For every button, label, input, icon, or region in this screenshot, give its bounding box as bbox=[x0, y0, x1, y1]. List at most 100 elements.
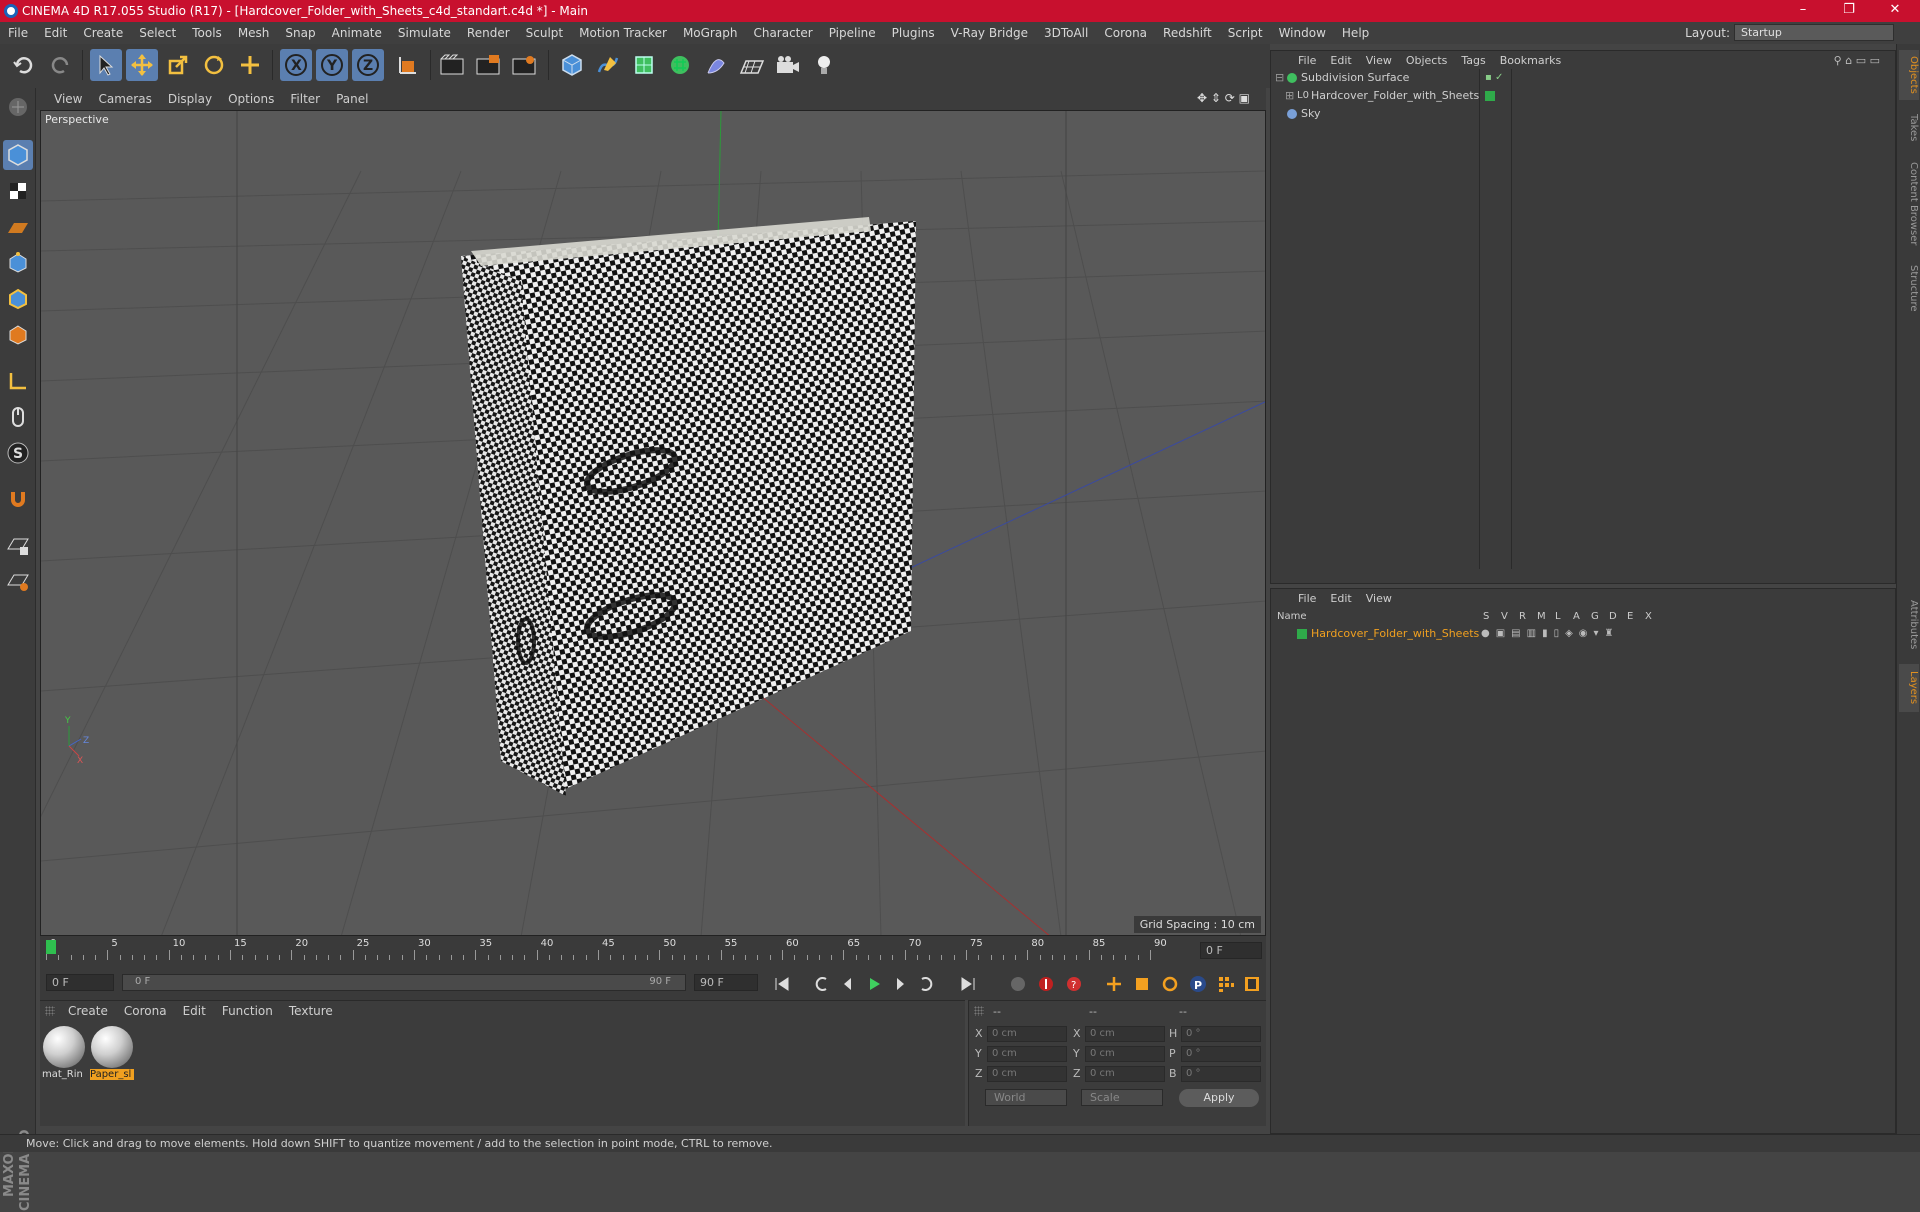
maximize-button[interactable]: ❐ bbox=[1826, 0, 1872, 22]
solo-icon[interactable]: S bbox=[3, 438, 33, 468]
menu-help[interactable]: Help bbox=[1334, 26, 1377, 40]
end-frame-field[interactable]: 90 F bbox=[694, 974, 758, 991]
material-menu-texture[interactable]: Texture bbox=[281, 1004, 341, 1018]
menu-simulate[interactable]: Simulate bbox=[390, 26, 459, 40]
menu-window[interactable]: Window bbox=[1271, 26, 1334, 40]
menu-3dtoall[interactable]: 3DToAll bbox=[1036, 26, 1096, 40]
rotation-p-field[interactable]: 0 ° bbox=[1181, 1046, 1261, 1062]
scale-icon[interactable] bbox=[162, 49, 194, 81]
position-y-field[interactable]: 0 cm bbox=[987, 1046, 1067, 1062]
current-frame-field[interactable]: 0 F bbox=[1200, 942, 1262, 959]
edges-mode-icon[interactable] bbox=[3, 284, 33, 314]
apply-button[interactable]: Apply bbox=[1179, 1089, 1259, 1107]
tweak-mode-icon[interactable] bbox=[3, 402, 33, 432]
minimize-button[interactable]: – bbox=[1780, 0, 1826, 22]
viewport-menu-display[interactable]: Display bbox=[160, 92, 220, 106]
model-mode-icon[interactable] bbox=[3, 140, 33, 170]
frame-range-slider[interactable]: 0 F 90 F bbox=[122, 974, 686, 991]
menu-corona[interactable]: Corona bbox=[1096, 26, 1155, 40]
layer-menu-file[interactable]: File bbox=[1291, 592, 1323, 605]
menu-mograph[interactable]: MoGraph bbox=[675, 26, 746, 40]
menu-edit[interactable]: Edit bbox=[36, 26, 75, 40]
object-menu-edit[interactable]: Edit bbox=[1323, 54, 1358, 67]
redo-icon[interactable] bbox=[44, 49, 76, 81]
object-search-icon[interactable]: ⚲ ⌂ ▭ ▭ bbox=[1827, 54, 1887, 67]
menu-mesh[interactable]: Mesh bbox=[230, 26, 278, 40]
snap-magnet-icon[interactable] bbox=[3, 484, 33, 514]
render-settings-icon[interactable] bbox=[508, 49, 540, 81]
size-y-field[interactable]: 0 cm bbox=[1085, 1046, 1165, 1062]
material-menu-function[interactable]: Function bbox=[214, 1004, 281, 1018]
position-z-field[interactable]: 0 cm bbox=[987, 1066, 1067, 1082]
object-menu-tags[interactable]: Tags bbox=[1454, 54, 1492, 67]
cloner-icon[interactable] bbox=[664, 49, 696, 81]
light-icon[interactable] bbox=[808, 49, 840, 81]
menu-vray-bridge[interactable]: V-Ray Bridge bbox=[943, 26, 1036, 40]
material-menu-edit[interactable]: Edit bbox=[175, 1004, 214, 1018]
rotation-h-field[interactable]: 0 ° bbox=[1181, 1026, 1261, 1042]
motion-path-icon[interactable] bbox=[1006, 972, 1030, 996]
z-axis-lock-icon[interactable]: Z bbox=[352, 49, 384, 81]
menu-file[interactable]: File bbox=[0, 26, 36, 40]
subdivision-surface-icon[interactable] bbox=[628, 49, 660, 81]
axis-mode-icon[interactable] bbox=[3, 366, 33, 396]
next-frame-icon[interactable] bbox=[888, 972, 912, 996]
key-position-icon[interactable] bbox=[1102, 972, 1126, 996]
workplane-lock-icon[interactable] bbox=[3, 530, 33, 560]
tab-content-browser[interactable]: Content Browser bbox=[1899, 154, 1919, 254]
menu-animate[interactable]: Animate bbox=[324, 26, 390, 40]
visibility-toggle-icon[interactable]: ▪ ✓ bbox=[1485, 69, 1503, 87]
object-row[interactable]: ⊟ Subdivision Surface ▪ ✓ bbox=[1271, 69, 1897, 87]
material-swatch[interactable]: mat_Rin bbox=[42, 1025, 86, 1083]
autokey-icon[interactable]: ? bbox=[1062, 972, 1086, 996]
key-parameter-icon[interactable]: P bbox=[1186, 972, 1210, 996]
menu-create[interactable]: Create bbox=[75, 26, 131, 40]
points-mode-icon[interactable] bbox=[3, 248, 33, 278]
menu-plugins[interactable]: Plugins bbox=[884, 26, 943, 40]
size-mode-dropdown[interactable]: Scale bbox=[1081, 1089, 1163, 1106]
go-to-start-icon[interactable] bbox=[770, 972, 794, 996]
key-rotation-icon[interactable] bbox=[1158, 972, 1182, 996]
tab-takes[interactable]: Takes bbox=[1899, 106, 1919, 150]
key-pla-icon[interactable] bbox=[1214, 972, 1238, 996]
viewport-menu-options[interactable]: Options bbox=[220, 92, 282, 106]
rotate-icon[interactable] bbox=[198, 49, 230, 81]
render-view-icon[interactable] bbox=[436, 49, 468, 81]
record-keys-icon[interactable] bbox=[1034, 972, 1058, 996]
menu-tools[interactable]: Tools bbox=[184, 26, 230, 40]
planar-workplane-icon[interactable] bbox=[3, 566, 33, 596]
layer-row[interactable]: Hardcover_Folder_with_Sheets ●▣▤▥▮▯◈◉▾♜ bbox=[1271, 625, 1897, 643]
prev-key-icon[interactable] bbox=[810, 972, 834, 996]
tab-structure[interactable]: Structure bbox=[1899, 258, 1919, 318]
object-menu-view[interactable]: View bbox=[1359, 54, 1399, 67]
live-move-icon[interactable] bbox=[234, 49, 266, 81]
next-key-icon[interactable] bbox=[914, 972, 938, 996]
material-menu-corona[interactable]: Corona bbox=[116, 1004, 175, 1018]
menu-snap[interactable]: Snap bbox=[277, 26, 323, 40]
polygons-mode-icon[interactable] bbox=[3, 320, 33, 350]
prev-frame-icon[interactable] bbox=[836, 972, 860, 996]
floor-icon[interactable] bbox=[736, 49, 768, 81]
menu-script[interactable]: Script bbox=[1220, 26, 1271, 40]
layer-menu-edit[interactable]: Edit bbox=[1323, 592, 1358, 605]
material-menu-create[interactable]: Create bbox=[60, 1004, 116, 1018]
tab-layers[interactable]: Layers bbox=[1899, 664, 1919, 712]
rotation-b-field[interactable]: 0 ° bbox=[1181, 1066, 1261, 1082]
material-swatch-selected[interactable]: Paper_sl bbox=[90, 1025, 134, 1083]
camera-icon[interactable] bbox=[772, 49, 804, 81]
cube-icon[interactable] bbox=[556, 49, 588, 81]
menu-select[interactable]: Select bbox=[131, 26, 184, 40]
move-icon[interactable] bbox=[126, 49, 158, 81]
size-z-field[interactable]: 0 cm bbox=[1085, 1066, 1165, 1082]
pen-spline-icon[interactable] bbox=[592, 49, 624, 81]
menu-character[interactable]: Character bbox=[745, 26, 820, 40]
make-editable-icon[interactable] bbox=[3, 92, 33, 122]
tab-attributes[interactable]: Attributes bbox=[1899, 592, 1919, 658]
undo-icon[interactable] bbox=[8, 49, 40, 81]
viewport-menu-cameras[interactable]: Cameras bbox=[90, 92, 159, 106]
playhead-marker[interactable] bbox=[46, 940, 56, 954]
object-menu-file[interactable]: File bbox=[1291, 54, 1323, 67]
coordinate-space-dropdown[interactable]: World bbox=[985, 1089, 1067, 1106]
timeline-ruler[interactable]: 051015202530354045505560657075808590 0 F bbox=[40, 936, 1266, 966]
play-icon[interactable] bbox=[862, 972, 886, 996]
